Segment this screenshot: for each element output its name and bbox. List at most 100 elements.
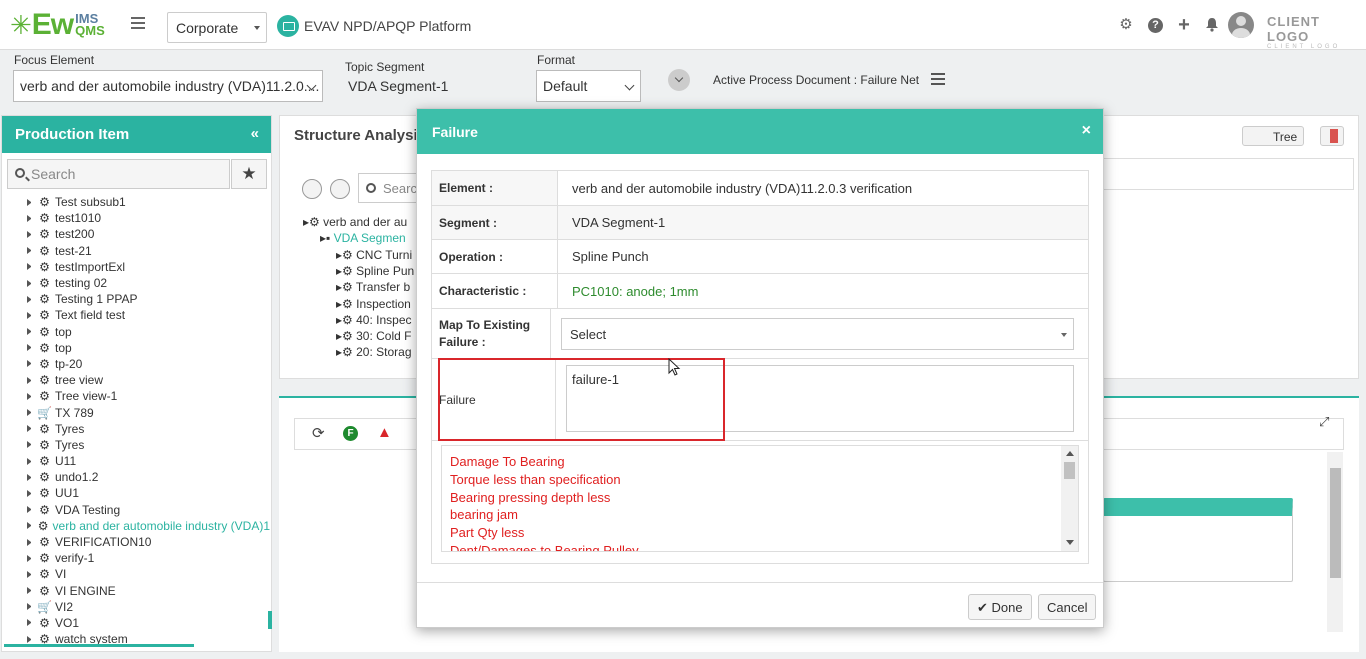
structure-search-input[interactable]: Search (358, 173, 424, 203)
refresh-icon[interactable]: ⟳ (312, 424, 325, 442)
tree-item[interactable]: ⚙ VI ENGINE (2, 583, 270, 599)
failure-list-item[interactable]: Torque less than specification (442, 471, 639, 489)
tree-item[interactable]: ⚙ U11 (2, 453, 270, 469)
structure-tree-node[interactable]: ▸⚙ CNC Turni (336, 248, 412, 262)
expand-icon[interactable]: ⤢ (1319, 414, 1329, 430)
expand-arrow-icon[interactable] (27, 344, 33, 352)
scroll-thumb[interactable] (1064, 462, 1075, 479)
tree-item[interactable]: ⚙ watch system (2, 631, 270, 644)
tree-item[interactable]: ⚙ testImportExl (2, 259, 270, 275)
expand-arrow-icon[interactable] (27, 489, 33, 497)
app-logo[interactable]: ✳ Ew IMS QMS (10, 8, 105, 42)
tree-item[interactable]: 🛒 VI2 (2, 599, 270, 615)
gear-icon[interactable]: ⚙ (1118, 17, 1134, 33)
expand-arrow-icon[interactable] (27, 360, 33, 368)
expand-arrow-icon[interactable] (27, 506, 33, 514)
failure-textarea[interactable]: failure-1 (566, 365, 1074, 432)
expand-arrow-icon[interactable] (27, 441, 33, 449)
hamburger-menu-icon[interactable] (131, 17, 145, 29)
bell-icon[interactable] (1204, 17, 1220, 33)
expand-arrow-icon[interactable] (27, 473, 33, 481)
expand-arrow-icon[interactable] (27, 570, 33, 578)
expand-arrow-icon[interactable] (27, 603, 33, 611)
collapse-left-icon[interactable]: « (251, 125, 259, 142)
tree-item[interactable]: ⚙ tp-20 (2, 356, 270, 372)
tree-item[interactable]: ⚙ Tyres (2, 437, 270, 453)
tree-item[interactable]: ⚙ Test subsub1 (2, 194, 270, 210)
failure-list-item[interactable]: bearing jam (442, 506, 639, 524)
failure-list-item[interactable]: Damage To Bearing (442, 453, 639, 471)
expand-arrow-icon[interactable] (27, 279, 33, 287)
structure-tree-node[interactable]: ▸⚙ 30: Cold F (336, 329, 411, 343)
tree-item[interactable]: ⚙ top (2, 340, 270, 356)
help-icon[interactable]: ? (1148, 18, 1163, 33)
failure-list-item[interactable]: Dent/Damages to Bearing Pulley (442, 542, 639, 551)
tree-item[interactable]: ⚙ VDA Testing (2, 502, 270, 518)
expand-arrow-icon[interactable] (27, 198, 33, 206)
f-badge-icon[interactable]: F (343, 426, 358, 441)
failure-list-item[interactable]: Bearing pressing depth less (442, 489, 639, 507)
tree-item[interactable]: ⚙ VI (2, 566, 270, 582)
expand-arrow-icon[interactable] (27, 425, 33, 433)
expand-arrow-icon[interactable] (27, 392, 33, 400)
expand-arrow-icon[interactable] (27, 311, 33, 319)
failure-list-item[interactable]: Part Qty less (442, 524, 639, 542)
expand-arrow-icon[interactable] (27, 457, 33, 465)
sliders-icon[interactable] (931, 73, 945, 85)
structure-tree-node[interactable]: ▸⚙ Transfer b (336, 280, 410, 294)
tree-item[interactable]: 🛒 TX 789 (2, 404, 270, 420)
tree-item[interactable]: ⚙ UU1 (2, 485, 270, 501)
tree-item[interactable]: ⚙ verb and der automobile industry (VDA)1 (2, 518, 270, 534)
tree-item[interactable]: ⚙ test1010 (2, 210, 270, 226)
collapse-toggle-button[interactable] (668, 69, 690, 91)
production-search-input[interactable]: Search (7, 159, 230, 189)
collapse-all-icon[interactable] (330, 179, 350, 199)
tree-item[interactable]: ⚙ tree view (2, 372, 270, 388)
done-button[interactable]: ✔ Done (968, 594, 1032, 620)
lower-vertical-scrollbar[interactable] (1327, 452, 1343, 632)
structure-tree-node[interactable]: ▸⚙ Inspection (336, 297, 411, 311)
diagram-node[interactable] (1103, 498, 1293, 582)
expand-arrow-icon[interactable] (27, 247, 33, 255)
expand-arrow-icon[interactable] (27, 328, 33, 336)
structure-tree-node[interactable]: ▸⚙ 40: Inspec (336, 313, 412, 327)
tree-item[interactable]: ⚙ Text field test (2, 307, 270, 323)
organization-select[interactable]: Corporate (167, 12, 267, 43)
expand-arrow-icon[interactable] (27, 409, 33, 417)
focus-element-select[interactable]: verb and der automobile industry (VDA)11… (13, 70, 323, 102)
expand-all-icon[interactable] (302, 179, 322, 199)
tree-item[interactable]: ⚙ VERIFICATION10 (2, 534, 270, 550)
expand-arrow-icon[interactable] (27, 554, 33, 562)
expand-arrow-icon[interactable] (27, 587, 33, 595)
structure-tree-node[interactable]: ▸⚙ Spline Pun (336, 264, 414, 278)
scroll-up-icon[interactable] (1066, 451, 1074, 456)
structure-tree-node[interactable]: ▸▪ VDA Segmen (320, 231, 406, 245)
tree-toggle[interactable]: Tree (1242, 126, 1304, 146)
map-existing-failure-select[interactable]: Select (561, 317, 1074, 350)
expand-arrow-icon[interactable] (27, 295, 33, 303)
cancel-button[interactable]: Cancel (1038, 594, 1097, 620)
tree-item[interactable]: ⚙ undo1.2 (2, 469, 270, 485)
tree-scroll-thumb[interactable] (268, 611, 272, 629)
structure-tree-node[interactable]: ▸⚙ verb and der au (303, 215, 407, 229)
expand-arrow-icon[interactable] (27, 619, 33, 627)
close-icon[interactable]: × (1082, 122, 1091, 140)
expand-arrow-icon[interactable] (27, 522, 33, 530)
plus-icon[interactable]: + (1176, 15, 1192, 35)
expand-arrow-icon[interactable] (27, 263, 33, 271)
tree-item[interactable]: ⚙ testing 02 (2, 275, 270, 291)
tree-item[interactable]: ⚙ verify-1 (2, 550, 270, 566)
tree-item[interactable]: ⚙ Tyres (2, 421, 270, 437)
failure-list-scrollbar[interactable] (1061, 446, 1078, 551)
tree-item[interactable]: ⚙ Testing 1 PPAP (2, 291, 270, 307)
expand-arrow-icon[interactable] (27, 376, 33, 384)
user-avatar[interactable] (1228, 12, 1254, 38)
tree-item[interactable]: ⚙ test200 (2, 226, 270, 242)
tree-item[interactable]: ⚙ top (2, 324, 270, 340)
tree-horizontal-scroll[interactable] (4, 644, 194, 647)
expand-arrow-icon[interactable] (27, 214, 33, 222)
expand-arrow-icon[interactable] (27, 635, 33, 643)
structure-tree-node[interactable]: ▸⚙ 20: Storag (336, 345, 412, 359)
scroll-down-icon[interactable] (1066, 540, 1074, 545)
tree-item[interactable]: ⚙ Tree view-1 (2, 388, 270, 404)
